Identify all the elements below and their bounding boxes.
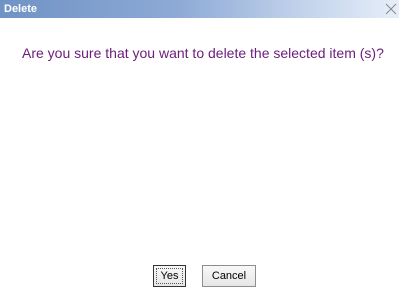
delete-dialog: Delete Are you sure that you want to del… [0,0,399,295]
close-x-icon [385,3,397,15]
confirm-message: Are you sure that you want to delete the… [22,45,384,61]
dialog-title: Delete [4,3,38,15]
cancel-button[interactable]: Cancel [202,265,256,287]
close-icon[interactable] [385,2,397,15]
dialog-titlebar: Delete [0,0,399,18]
yes-button[interactable]: Yes [153,265,186,287]
